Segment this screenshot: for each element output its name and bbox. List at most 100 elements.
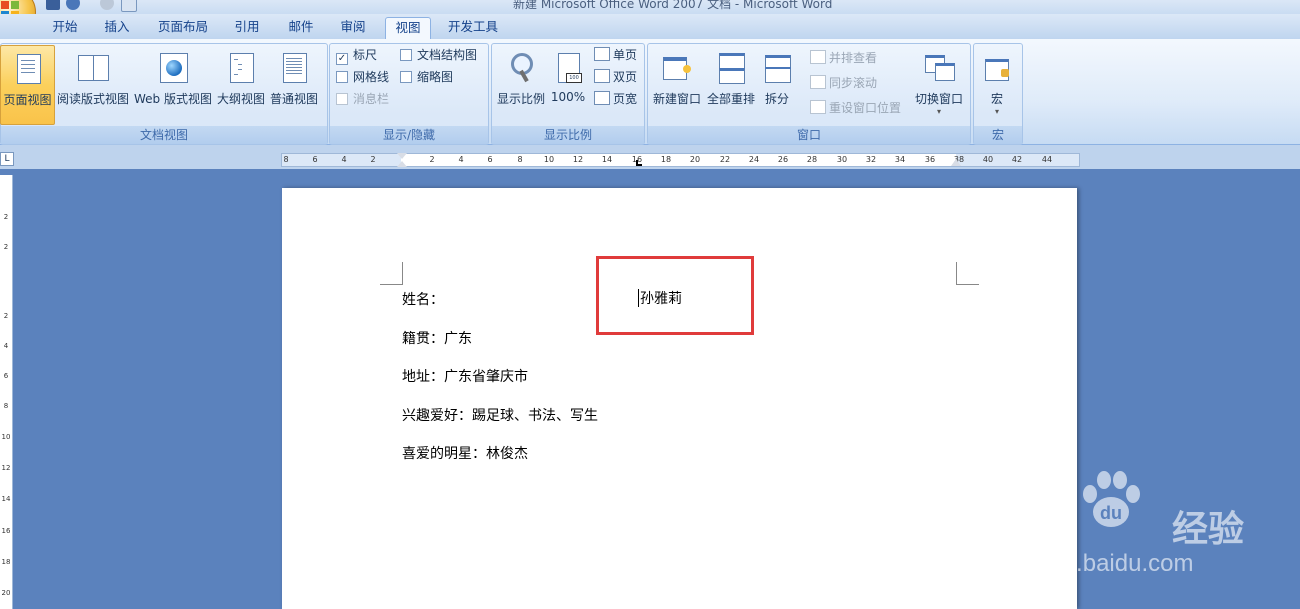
gridlines-checkbox[interactable]: 网格线 (336, 68, 389, 86)
one-page-button[interactable]: 单页 (594, 46, 637, 64)
arrange-all-button[interactable]: 全部重排 (705, 45, 757, 123)
page-layout-view-button[interactable]: 页面视图 (0, 45, 55, 125)
sync-scroll-icon (810, 75, 826, 89)
ruler-tick: 10 (543, 155, 555, 164)
tab-view[interactable]: 视图 (385, 17, 431, 40)
synchronous-scrolling-button[interactable]: 同步滚动 (810, 74, 877, 92)
document-map-checkbox[interactable]: 文档结构图 (400, 46, 477, 64)
zoom-100-icon: 100 (552, 51, 584, 83)
checkbox-checked-icon: ✓ (336, 53, 348, 65)
two-pages-button[interactable]: 双页 (594, 68, 637, 86)
first-line-indent-marker[interactable] (397, 153, 407, 159)
vertical-ruler[interactable]: 2 2 2 4 6 8 10 12 14 16 18 20 (0, 175, 13, 609)
thumbnails-checkbox[interactable]: 缩略图 (400, 68, 453, 86)
page-width-button[interactable]: 页宽 (594, 90, 637, 108)
ruler-tick: 26 (777, 155, 789, 164)
draft-view-button[interactable]: 普通视图 (268, 45, 320, 123)
ruler-tick: 6 (312, 155, 318, 164)
magnifier-icon (505, 51, 537, 83)
ruler-tick: 8 (3, 402, 9, 410)
ruler-tick: 2 (3, 213, 9, 221)
doc-line-address[interactable]: 地址：广东省肇庆市 (402, 366, 528, 386)
ruler-tick: 14 (1, 495, 11, 503)
web-layout-view-button[interactable]: Web 版式视图 (132, 45, 214, 123)
group-label-show-hide: 显示/隐藏 (330, 126, 488, 144)
new-window-button[interactable]: 新建窗口 (650, 45, 704, 123)
reset-position-icon (810, 100, 826, 114)
ruler-tick: 28 (806, 155, 818, 164)
zoom-button[interactable]: 显示比例 (495, 45, 547, 123)
ruler-tick: 4 (458, 155, 464, 164)
reading-layout-icon (77, 51, 109, 83)
tab-page-layout[interactable]: 页面布局 (150, 17, 216, 39)
ruler-tick: 12 (572, 155, 584, 164)
tab-insert[interactable]: 插入 (96, 17, 138, 39)
left-indent-marker[interactable] (397, 161, 407, 167)
ruler-tick: 20 (1, 589, 11, 597)
ruler-tick: 12 (1, 464, 11, 472)
doc-line-hometown[interactable]: 籍贯：广东 (402, 328, 472, 348)
ruler-tick: 30 (836, 155, 848, 164)
ruler-tick: 6 (3, 372, 9, 380)
ruler-tick: 2 (429, 155, 435, 164)
baidu-paw-icon: du (1083, 471, 1140, 527)
reset-window-position-button[interactable]: 重设窗口位置 (810, 99, 901, 117)
svg-text:du: du (1100, 503, 1122, 523)
tab-mailings[interactable]: 邮件 (280, 17, 322, 39)
ruler-tick: 6 (487, 155, 493, 164)
macros-button[interactable]: 宏 ▾ (976, 45, 1018, 123)
view-side-by-side-button[interactable]: 并排查看 (810, 49, 877, 67)
tab-developer[interactable]: 开发工具 (440, 17, 506, 39)
group-label-document-views: 文档视图 (1, 126, 327, 144)
one-page-icon (594, 47, 610, 61)
tab-references[interactable]: 引用 (226, 17, 268, 39)
right-indent-marker[interactable] (951, 159, 961, 166)
ruler-tick: 20 (689, 155, 701, 164)
reading-layout-view-button[interactable]: 阅读版式视图 (56, 45, 130, 123)
draft-icon (278, 51, 310, 83)
outline-icon (225, 51, 257, 83)
group-label-window: 窗口 (648, 126, 970, 144)
tab-review[interactable]: 审阅 (332, 17, 374, 39)
doc-line-favorite-star[interactable]: 喜爱的明星：林俊杰 (402, 443, 528, 463)
ruler-tick: 34 (894, 155, 906, 164)
ruler-tick: 18 (660, 155, 672, 164)
group-label-zoom: 显示比例 (492, 126, 644, 144)
checkbox-icon (400, 71, 412, 83)
document-page[interactable]: 姓名： 籍贯：广东 地址：广东省肇庆市 兴趣爱好：踢足球、书法、写生 喜爱的明星… (282, 188, 1077, 609)
doc-line-name-label[interactable]: 姓名： (402, 289, 444, 309)
web-layout-icon (157, 51, 189, 83)
side-by-side-icon (810, 50, 826, 64)
tab-selector-button[interactable]: L (0, 152, 14, 166)
print-preview-icon[interactable] (121, 0, 137, 12)
doc-line-hobbies[interactable]: 兴趣爱好：踢足球、书法、写生 (402, 405, 598, 425)
zoom-100-button[interactable]: 100 100% (549, 45, 587, 123)
split-icon (761, 51, 793, 83)
chevron-down-icon: ▾ (994, 107, 999, 116)
save-icon[interactable] (46, 0, 60, 10)
text-cursor (638, 289, 639, 307)
ruler-tick: 4 (341, 155, 347, 164)
group-label-macros: 宏 (974, 126, 1022, 144)
ruler-checkbox[interactable]: ✓ 标尺 (336, 46, 377, 65)
macros-icon (981, 51, 1013, 83)
ruler-tick: 10 (1, 433, 11, 441)
split-button[interactable]: 拆分 (760, 45, 794, 123)
page-layout-icon (12, 52, 44, 84)
watermark-brand: Bai (998, 495, 1073, 548)
checkbox-icon (336, 93, 348, 105)
switch-windows-button[interactable]: 切换窗口 ▾ (912, 45, 966, 123)
chevron-down-icon: ▾ (936, 107, 941, 116)
outline-view-button[interactable]: 大纲视图 (216, 45, 266, 123)
title-bar: 新建 Microsoft Office Word 2007 文档 - Micro… (0, 0, 1300, 14)
message-bar-checkbox[interactable]: 消息栏 (336, 90, 389, 108)
ruler-tick: 42 (1011, 155, 1023, 164)
watermark-brand-suffix: 经验 (1172, 509, 1245, 550)
checkbox-icon (400, 49, 412, 61)
tab-stop-marker[interactable] (636, 160, 642, 166)
horizontal-ruler[interactable]: 8 6 4 2 2 4 6 8 10 12 14 16 18 20 22 24 … (281, 153, 1080, 167)
name-value-text[interactable]: 孙雅莉 (640, 288, 682, 308)
ruler-tick: 4 (3, 342, 9, 350)
ruler-tick: 36 (924, 155, 936, 164)
tab-home[interactable]: 开始 (44, 17, 86, 39)
